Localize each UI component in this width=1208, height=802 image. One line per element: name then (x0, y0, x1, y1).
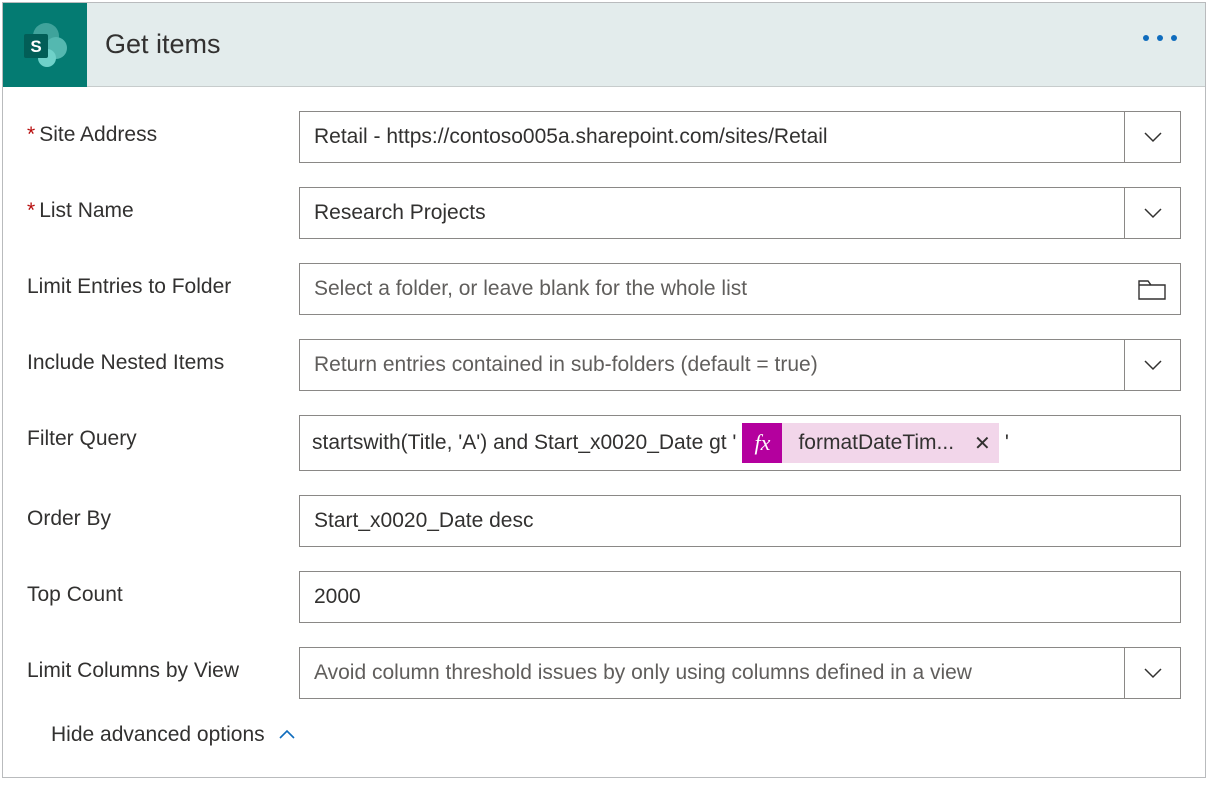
order-by-input[interactable]: Start_x0020_Date desc (299, 495, 1181, 547)
expression-label: formatDateTim... (798, 431, 954, 455)
field-label: Limit Entries to Folder (27, 263, 299, 299)
label-text: Limit Columns by View (27, 659, 239, 683)
field-row-filter-query: Filter Query startswith(Title, 'A') and … (27, 415, 1181, 471)
label-text: Order By (27, 507, 111, 531)
folder-icon (1138, 278, 1166, 300)
filter-text-before: startswith(Title, 'A') and Start_x0020_D… (312, 431, 736, 455)
field-row-limit-folder: Limit Entries to Folder Select a folder,… (27, 263, 1181, 315)
toggle-label: Hide advanced options (51, 723, 265, 747)
field-row-list-name: * List Name Research Projects (27, 187, 1181, 239)
field-label: * List Name (27, 187, 299, 223)
card-body: * Site Address Retail - https://contoso0… (3, 87, 1205, 777)
field-label: Limit Columns by View (27, 647, 299, 683)
placeholder-text: Avoid column threshold issues by only us… (314, 661, 1166, 685)
required-marker: * (27, 123, 35, 147)
field-label: Top Count (27, 571, 299, 607)
field-label: * Site Address (27, 111, 299, 147)
label-text: Filter Query (27, 427, 137, 451)
field-row-order-by: Order By Start_x0020_Date desc (27, 495, 1181, 547)
sharepoint-icon: S (3, 3, 87, 87)
label-text: Top Count (27, 583, 123, 607)
svg-text:S: S (30, 37, 41, 56)
chevron-down-icon[interactable] (1124, 112, 1180, 162)
required-marker: * (27, 199, 35, 223)
filter-query-input[interactable]: startswith(Title, 'A') and Start_x0020_D… (299, 415, 1181, 471)
chevron-down-icon[interactable] (1124, 648, 1180, 698)
remove-expression-button[interactable]: ✕ (974, 431, 991, 456)
include-nested-dropdown[interactable]: Return entries contained in sub-folders … (299, 339, 1181, 391)
folder-picker-button[interactable] (1124, 264, 1180, 314)
toggle-advanced-options[interactable]: Hide advanced options (51, 723, 297, 747)
card-title: Get items (105, 29, 221, 60)
expression-token[interactable]: fx formatDateTim... ✕ (742, 423, 998, 463)
field-label: Filter Query (27, 415, 299, 451)
label-text: Site Address (39, 123, 157, 147)
filter-text-after: ' (1005, 431, 1009, 455)
field-row-site-address: * Site Address Retail - https://contoso0… (27, 111, 1181, 163)
field-row-top-count: Top Count 2000 (27, 571, 1181, 623)
dropdown-value: Research Projects (314, 201, 1166, 225)
field-row-limit-columns: Limit Columns by View Avoid column thres… (27, 647, 1181, 699)
chevron-up-icon (277, 725, 297, 745)
placeholder-text: Select a folder, or leave blank for the … (314, 277, 1166, 301)
label-text: List Name (39, 199, 134, 223)
fx-icon: fx (742, 423, 782, 463)
field-label: Order By (27, 495, 299, 531)
label-text: Include Nested Items (27, 351, 224, 375)
list-name-dropdown[interactable]: Research Projects (299, 187, 1181, 239)
label-text: Limit Entries to Folder (27, 275, 231, 299)
top-count-input[interactable]: 2000 (299, 571, 1181, 623)
limit-columns-dropdown[interactable]: Avoid column threshold issues by only us… (299, 647, 1181, 699)
placeholder-text: Return entries contained in sub-folders … (314, 353, 1166, 377)
card-header[interactable]: S Get items (3, 3, 1205, 87)
input-value: Start_x0020_Date desc (314, 509, 1166, 533)
site-address-dropdown[interactable]: Retail - https://contoso005a.sharepoint.… (299, 111, 1181, 163)
input-value: 2000 (314, 585, 1166, 609)
chevron-down-icon[interactable] (1124, 340, 1180, 390)
chevron-down-icon[interactable] (1124, 188, 1180, 238)
limit-folder-input[interactable]: Select a folder, or leave blank for the … (299, 263, 1181, 315)
action-card: S Get items * Site Address Retail - http… (2, 2, 1206, 778)
field-row-include-nested: Include Nested Items Return entries cont… (27, 339, 1181, 391)
more-menu-button[interactable] (1143, 35, 1177, 41)
field-label: Include Nested Items (27, 339, 299, 375)
dropdown-value: Retail - https://contoso005a.sharepoint.… (314, 125, 1166, 149)
